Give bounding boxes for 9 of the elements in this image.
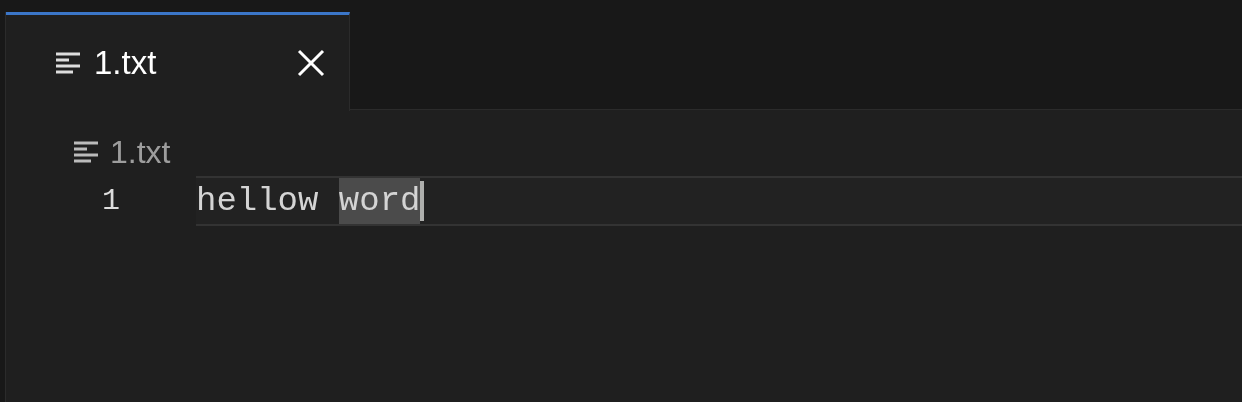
code-text: hellow bbox=[196, 181, 320, 222]
file-lines-icon bbox=[74, 141, 98, 163]
close-button[interactable] bbox=[297, 49, 325, 77]
file-lines-icon bbox=[56, 52, 80, 74]
close-icon bbox=[297, 49, 325, 77]
selected-text: word bbox=[338, 178, 421, 224]
line-number: 1 bbox=[102, 183, 120, 218]
breadcrumb-item[interactable]: 1.txt bbox=[110, 128, 171, 176]
editor-tab[interactable]: 1.txt bbox=[6, 12, 350, 111]
